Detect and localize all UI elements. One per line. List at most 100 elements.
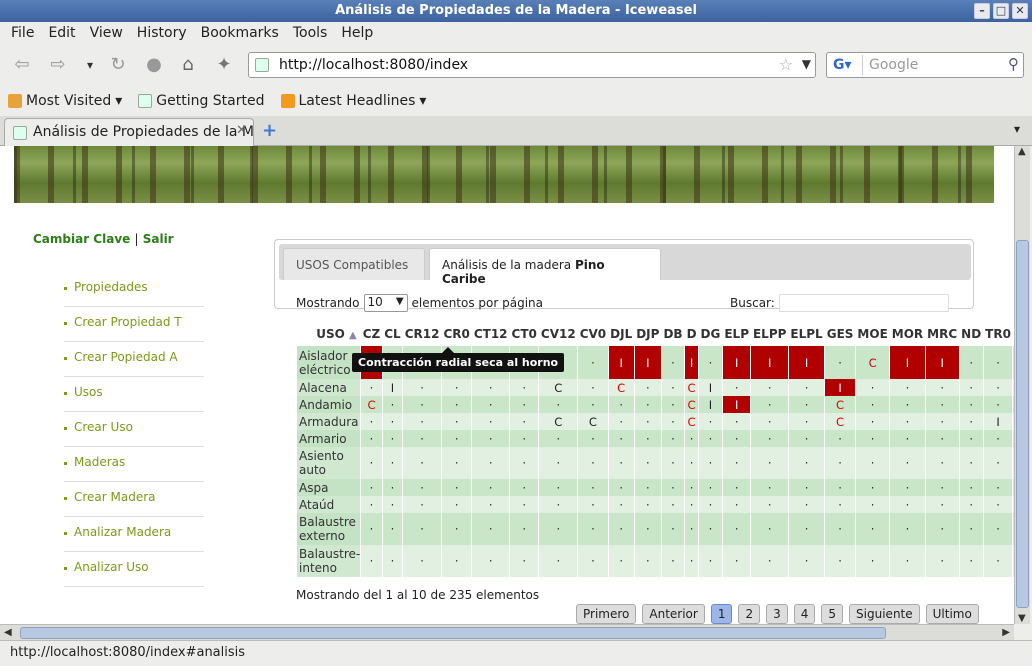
column-header[interactable]: DJL — [608, 322, 634, 346]
url-dropdown-icon[interactable]: ▼ — [802, 57, 811, 71]
page-first-button[interactable]: Primero — [576, 604, 637, 624]
scroll-left-icon[interactable]: ◀ — [4, 627, 12, 638]
column-header[interactable]: CR12 — [403, 322, 442, 346]
column-header[interactable]: DG — [699, 322, 723, 346]
close-button[interactable]: ✕ — [1012, 3, 1028, 19]
sidebar-item-crear-popiedad-a[interactable]: Crear Popiedad A — [64, 342, 204, 377]
column-header[interactable]: MOE — [855, 322, 889, 346]
column-header[interactable]: GES — [825, 322, 856, 346]
maximize-button[interactable]: □ — [993, 3, 1009, 19]
new-tab-icon[interactable]: + — [262, 120, 277, 141]
table-row[interactable]: AndamioC··········CII··C······ — [297, 396, 1014, 413]
column-header[interactable]: CV12 — [539, 322, 578, 346]
close-tab-icon[interactable]: ✕ — [236, 123, 247, 138]
column-header[interactable]: TR0 — [983, 322, 1013, 346]
table-row[interactable]: Balaustre-inteno······················· — [297, 545, 1014, 577]
search-placeholder[interactable]: Google — [869, 57, 918, 73]
column-header[interactable]: MRC — [925, 322, 959, 346]
google-engine-icon[interactable]: G▾ — [829, 55, 863, 75]
browser-tab[interactable]: Análisis de Propiedades de la M... ✕ — [4, 118, 254, 146]
sidebar-item-usos[interactable]: Usos — [64, 377, 204, 412]
vertical-scroll-thumb[interactable] — [1016, 240, 1029, 608]
scroll-right-icon[interactable]: ▶ — [1002, 627, 1010, 638]
column-header[interactable]: CT12 — [472, 322, 510, 346]
page-4-button[interactable]: 4 — [793, 604, 816, 624]
sidebar-item-analizar-uso[interactable]: Analizar Uso — [64, 552, 204, 587]
bookmark-getting-started[interactable]: Getting Started — [138, 93, 265, 109]
horizontal-scroll-thumb[interactable] — [20, 627, 886, 639]
tab-analisis-madera[interactable]: Análisis de la madera Pino Caribe — [429, 248, 661, 286]
menu-edit[interactable]: Edit — [41, 22, 82, 44]
url-text[interactable]: http://localhost:8080/index — [279, 57, 468, 73]
menu-tools[interactable]: Tools — [286, 22, 335, 44]
page-1-button[interactable]: 1 — [710, 604, 733, 624]
back-icon[interactable]: ⇦ — [10, 53, 34, 77]
menu-file[interactable]: File — [4, 22, 41, 44]
sidebar-item-crear-uso[interactable]: Crear Uso — [64, 412, 204, 447]
table-cell: · — [577, 545, 609, 577]
table-search-input[interactable] — [778, 294, 949, 312]
forward-icon[interactable]: ⇨ — [46, 53, 70, 77]
menu-history[interactable]: History — [130, 22, 194, 44]
column-header[interactable]: DB — [661, 322, 684, 346]
menu-help[interactable]: Help — [334, 22, 380, 44]
column-header[interactable]: ELPP — [751, 322, 788, 346]
puzzle-icon[interactable]: ✦ — [212, 53, 236, 77]
search-bar[interactable]: G▾ Google ⚲ — [826, 52, 1024, 78]
column-header[interactable]: DJP — [634, 322, 661, 346]
reload-icon[interactable]: ↻ — [106, 53, 130, 77]
sidebar-item-crear-propiedad-t[interactable]: Crear Propiedad T — [64, 307, 204, 342]
column-header-uso[interactable]: USO ▲ — [297, 322, 361, 346]
page-3-button[interactable]: 3 — [766, 604, 788, 624]
horizontal-scrollbar[interactable]: ◀ ▶ — [0, 624, 1014, 640]
sidebar-item-maderas[interactable]: Maderas — [64, 447, 204, 482]
tab-list-icon[interactable]: ▾ — [1014, 122, 1020, 136]
sidebar-item-crear-madera[interactable]: Crear Madera — [64, 482, 204, 517]
table-row[interactable]: Aspa······················· — [297, 479, 1014, 496]
sidebar-item-analizar-madera[interactable]: Analizar Madera — [64, 517, 204, 552]
column-header[interactable]: D — [685, 322, 699, 346]
page-prev-button[interactable]: Anterior — [642, 604, 705, 624]
column-header[interactable]: ND — [959, 322, 983, 346]
page-next-button[interactable]: Siguiente — [849, 604, 920, 624]
scroll-down-icon[interactable]: ▼ — [1018, 613, 1026, 624]
bookmark-latest-headlines[interactable]: Latest Headlines ▾ — [280, 93, 426, 109]
table-row[interactable]: Balaustre externo······················· — [297, 513, 1014, 545]
search-icon[interactable]: ⚲ — [1008, 55, 1019, 73]
tab-usos-compatibles[interactable]: USOS Compatibles — [283, 248, 425, 280]
menu-view[interactable]: View — [83, 22, 130, 44]
history-dropdown-icon[interactable]: ▾ — [78, 53, 102, 77]
column-header[interactable]: CR0 — [441, 322, 471, 346]
table-row[interactable]: Alacena·I····C·C··CI···I·····C — [297, 379, 1014, 396]
menu-bookmarks[interactable]: Bookmarks — [194, 22, 286, 44]
minimize-button[interactable]: – — [974, 3, 990, 19]
page-2-button[interactable]: 2 — [738, 604, 761, 624]
table-row[interactable]: Asiento auto······················· — [297, 447, 1014, 479]
scroll-up-icon[interactable]: ▲ — [1018, 146, 1026, 157]
column-header[interactable]: ELPL — [788, 322, 824, 346]
page-size-select[interactable]: 10 ▼ — [363, 294, 408, 312]
url-bar[interactable]: http://localhost:8080/index ☆ ▼ — [248, 52, 816, 78]
logout-link[interactable]: Salir — [143, 232, 174, 246]
page-5-button[interactable]: 5 — [821, 604, 844, 624]
column-header[interactable]: CV0 — [578, 322, 608, 346]
column-header[interactable]: CZ — [361, 322, 383, 346]
table-row[interactable]: Ataúd······················· — [297, 496, 1014, 513]
home-icon[interactable]: ⌂ — [176, 53, 200, 77]
page-viewport: Cambiar Clave | Salir Propiedades Crear … — [0, 146, 1014, 624]
table-row[interactable]: Armadura······CC···C····C····IC — [297, 413, 1014, 430]
page-last-button[interactable]: Ultimo — [925, 604, 979, 624]
sidebar-item-propiedades[interactable]: Propiedades — [64, 272, 204, 307]
change-password-link[interactable]: Cambiar Clave — [33, 232, 130, 246]
column-header[interactable]: MOR — [890, 322, 925, 346]
vertical-scrollbar[interactable]: ▲ ▼ — [1014, 146, 1030, 624]
site-identity-icon[interactable] — [255, 58, 269, 72]
column-header[interactable]: CT0 — [510, 322, 539, 346]
stop-icon[interactable]: ● — [142, 53, 166, 77]
table-cell: · — [608, 447, 635, 479]
bookmark-most-visited[interactable]: Most Visited ▾ — [8, 93, 122, 109]
star-icon[interactable]: ☆ — [779, 55, 793, 74]
table-row[interactable]: Armario······················· — [297, 430, 1014, 447]
column-header[interactable]: ELP — [722, 322, 751, 346]
column-header[interactable]: CL — [382, 322, 402, 346]
